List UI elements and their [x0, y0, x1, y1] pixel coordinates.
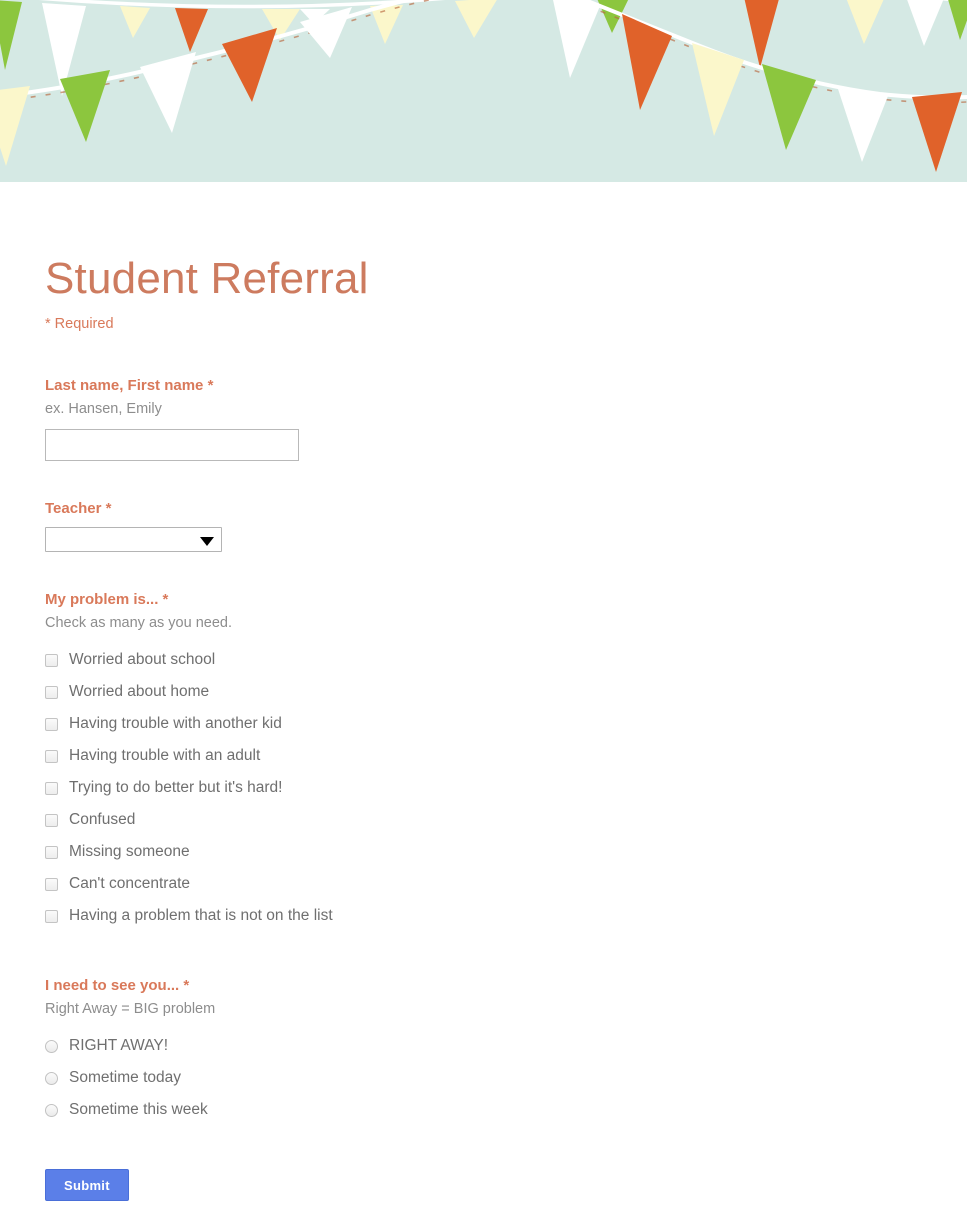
- radio-row[interactable]: RIGHT AWAY!: [45, 1031, 967, 1063]
- required-star: *: [207, 377, 214, 395]
- submit-button[interactable]: Submit: [45, 1168, 129, 1201]
- field-my-problem-is: My problem is... * Check as many as you …: [45, 590, 967, 932]
- checkbox-icon[interactable]: [45, 717, 58, 731]
- checkbox-label: Having a problem that is not on the list: [69, 907, 333, 925]
- field-teacher: Teacher *: [45, 499, 967, 553]
- checkbox-icon[interactable]: [45, 909, 58, 923]
- radio-icon[interactable]: [45, 1104, 58, 1118]
- required-star: *: [183, 977, 190, 995]
- checkbox-row[interactable]: Can't concentrate: [45, 868, 967, 900]
- field-label-name-text: Last name, First name: [45, 377, 204, 395]
- required-star: *: [162, 591, 169, 609]
- radio-group: RIGHT AWAY! Sometime today Sometime this…: [45, 1031, 967, 1127]
- checkbox-row[interactable]: Trying to do better but it's hard!: [45, 772, 967, 804]
- checkbox-label: Having trouble with an adult: [69, 747, 261, 765]
- checkbox-row[interactable]: Having trouble with another kid: [45, 708, 967, 740]
- radio-label: RIGHT AWAY!: [69, 1037, 169, 1055]
- checkbox-icon[interactable]: [45, 685, 58, 699]
- checkbox-label: Trying to do better but it's hard!: [69, 779, 283, 797]
- teacher-select[interactable]: [45, 527, 222, 553]
- checkbox-label: Can't concentrate: [69, 875, 191, 893]
- radio-icon[interactable]: [45, 1072, 58, 1086]
- checkbox-icon[interactable]: [45, 845, 58, 859]
- field-label-problem: My problem is... *: [45, 590, 967, 610]
- radio-icon[interactable]: [45, 1040, 58, 1054]
- page-title: Student Referral: [45, 254, 369, 303]
- radio-row[interactable]: Sometime this week: [45, 1095, 967, 1127]
- radio-label: Sometime this week: [69, 1101, 208, 1119]
- field-help-urgency: Right Away = BIG problem: [45, 1000, 216, 1017]
- radio-row[interactable]: Sometime today: [45, 1063, 967, 1095]
- bunting-illustration: [0, 0, 967, 182]
- required-note: * Required: [45, 316, 114, 333]
- field-help-problem: Check as many as you need.: [45, 614, 232, 631]
- field-last-first-name: Last name, First name * ex. Hansen, Emil…: [45, 376, 967, 461]
- field-label-urgency-text: I need to see you...: [45, 977, 180, 995]
- form-container: Student Referral * Required Last name, F…: [0, 182, 967, 1221]
- field-label-problem-text: My problem is...: [45, 591, 159, 609]
- name-input[interactable]: [45, 428, 299, 461]
- submit-row: Submit: [45, 1168, 967, 1221]
- checkbox-label: Having trouble with another kid: [69, 715, 282, 733]
- field-help-name: ex. Hansen, Emily: [45, 400, 162, 417]
- checkbox-row[interactable]: Having a problem that is not on the list: [45, 900, 967, 932]
- bunting-banner: [0, 0, 967, 182]
- checkbox-icon[interactable]: [45, 877, 58, 891]
- field-label-urgency: I need to see you... *: [45, 976, 967, 996]
- checkbox-icon[interactable]: [45, 653, 58, 667]
- field-label-teacher-text: Teacher: [45, 499, 102, 517]
- field-label-teacher: Teacher *: [45, 499, 967, 519]
- checkbox-label: Missing someone: [69, 843, 190, 861]
- checkbox-icon[interactable]: [45, 749, 58, 763]
- checkbox-label: Confused: [69, 811, 136, 829]
- field-i-need-to-see-you: I need to see you... * Right Away = BIG …: [45, 976, 967, 1126]
- checkbox-icon[interactable]: [45, 781, 58, 795]
- checkbox-icon[interactable]: [45, 813, 58, 827]
- checkbox-label: Worried about school: [69, 651, 216, 669]
- required-star: *: [105, 499, 112, 517]
- teacher-select-wrap: [45, 527, 222, 553]
- checkbox-group: Worried about school Worried about home …: [45, 644, 967, 932]
- checkbox-row[interactable]: Worried about home: [45, 676, 967, 708]
- field-label-name: Last name, First name *: [45, 376, 967, 396]
- checkbox-row[interactable]: Confused: [45, 804, 967, 836]
- checkbox-row[interactable]: Having trouble with an adult: [45, 740, 967, 772]
- checkbox-label: Worried about home: [69, 683, 210, 701]
- checkbox-row[interactable]: Missing someone: [45, 836, 967, 868]
- radio-label: Sometime today: [69, 1069, 181, 1087]
- checkbox-row[interactable]: Worried about school: [45, 644, 967, 676]
